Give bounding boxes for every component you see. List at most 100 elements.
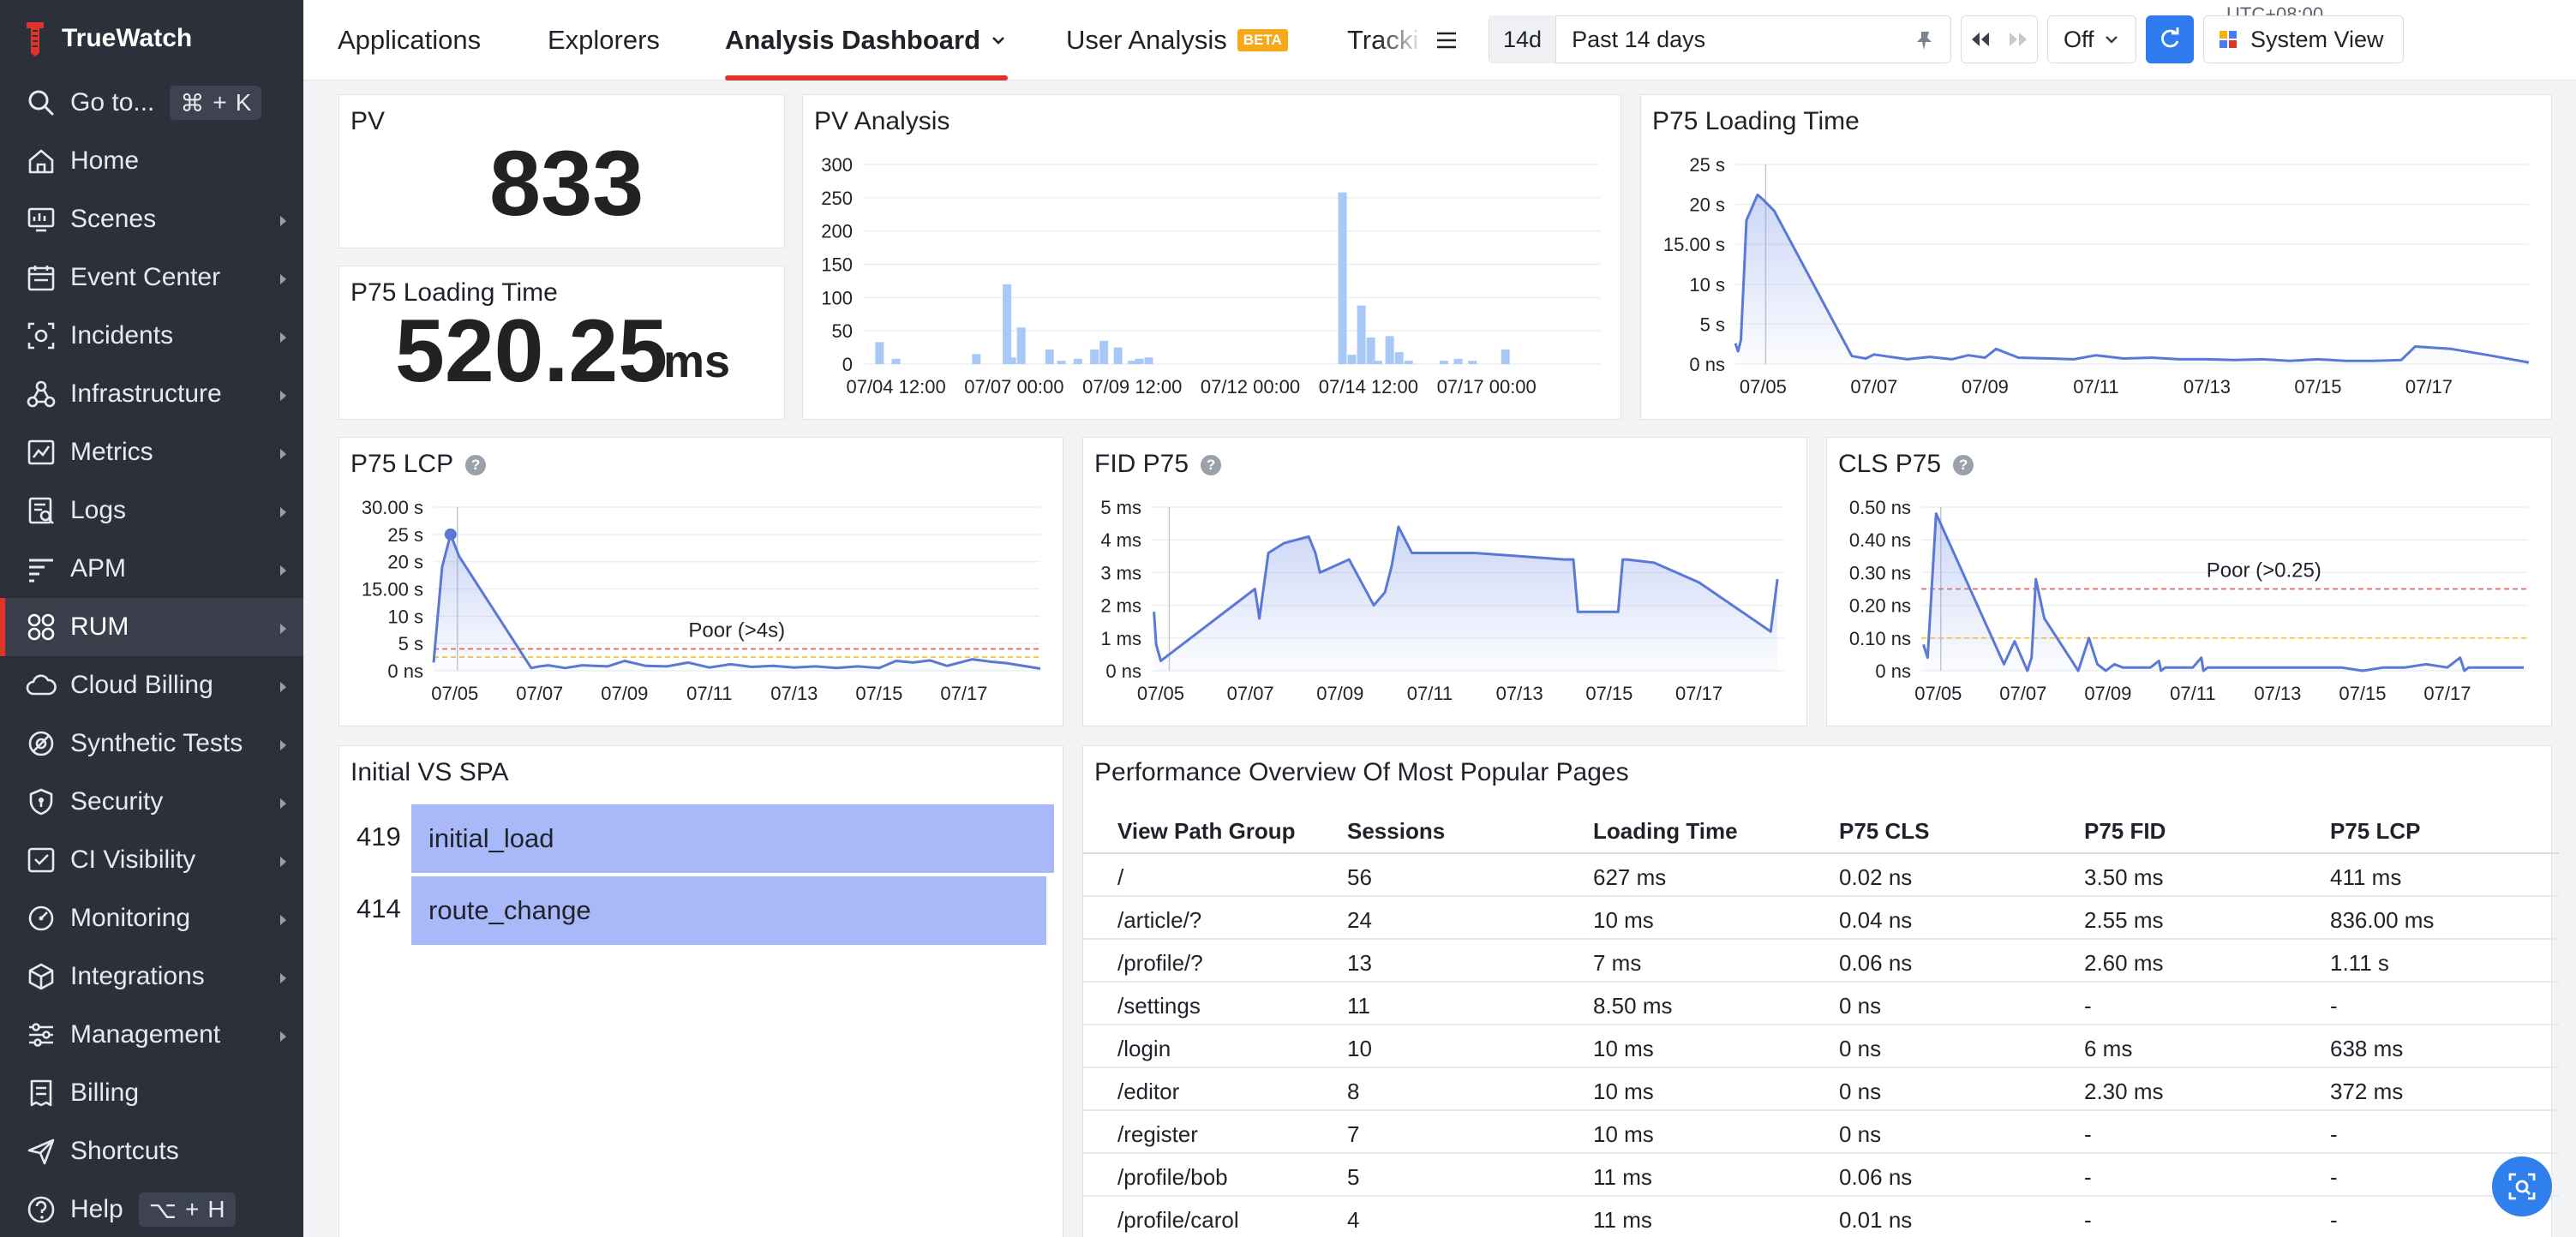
sidebar-item-label: Home [70, 146, 140, 175]
sidebar-item-security[interactable]: Security [0, 773, 303, 831]
more-tabs-button[interactable] [1435, 0, 1459, 81]
sidebar-item-synthetic-tests[interactable]: Synthetic Tests [0, 714, 303, 773]
sidebar-item-billing[interactable]: Billing [0, 1064, 303, 1122]
table-row[interactable]: /register 7 10 ms 0 ns - - [1083, 1111, 2559, 1154]
table-row[interactable]: /profile/? 13 7 ms 0.06 ns 2.60 ms 1.11 s [1083, 940, 2559, 983]
refresh-button[interactable] [2146, 15, 2194, 63]
sidebar-item-cloud-billing[interactable]: Cloud Billing [0, 656, 303, 714]
sidebar-item-scenes[interactable]: Scenes [0, 190, 303, 248]
time-range-picker[interactable]: 14d Past 14 days [1489, 15, 1951, 63]
spa-bar-row[interactable]: 414 route_change [339, 876, 1059, 945]
sidebar-item-integrations[interactable]: Integrations [0, 947, 303, 1006]
sidebar-item-management[interactable]: Management [0, 1006, 303, 1064]
goto-search[interactable]: Go to... ⌘ + K [0, 74, 303, 132]
tab-tracking[interactable]: Tracki [1347, 0, 1424, 81]
bar [1468, 361, 1477, 364]
sidebar-item-shortcuts[interactable]: Shortcuts [0, 1122, 303, 1180]
sidebar-item-apm[interactable]: APM [0, 540, 303, 598]
tab-analysis-dashboard[interactable]: Analysis Dashboard [725, 0, 1009, 81]
column-header[interactable]: P75 LCP [2330, 818, 2421, 845]
y-tick-label: 15.00 s [362, 579, 423, 601]
tab-user-analysis[interactable]: User Analysis BETA [1066, 0, 1288, 81]
column-header[interactable]: Sessions [1347, 818, 1445, 845]
brand[interactable]: TrueWatch [24, 17, 192, 60]
tab-explorers[interactable]: Explorers [548, 0, 660, 81]
sidebar-item-help[interactable]: Help ⌥ + H [0, 1180, 303, 1237]
ai-assistant-button[interactable] [2492, 1156, 2552, 1216]
table-cell: 4 [1347, 1207, 1360, 1233]
table-row[interactable]: /settings 11 8.50 ms 0 ns - - [1083, 983, 2559, 1025]
search-icon [28, 90, 54, 116]
threshold-label: Poor (>4s) [688, 619, 785, 642]
panel-title: Performance Overview Of Most Popular Pag… [1094, 758, 1629, 786]
series-area [1735, 194, 2529, 364]
sidebar-item-monitoring[interactable]: Monitoring [0, 889, 303, 947]
column-header[interactable]: View Path Group [1117, 818, 1296, 845]
auto-refresh-value: Off [2064, 26, 2094, 52]
column-header[interactable]: P75 CLS [1839, 818, 1930, 845]
x-tick-label: 07/11 [686, 683, 732, 704]
x-tick-label: 07/07 [1999, 683, 2046, 704]
sidebar-item-metrics[interactable]: Metrics [0, 423, 303, 481]
table-cell: 0 ns [1839, 1121, 1882, 1147]
pin-icon[interactable] [1913, 28, 1937, 52]
table-cell: 10 [1347, 1036, 1372, 1061]
y-tick-label: 1 ms [1100, 628, 1141, 649]
table-cell: 0.02 ns [1839, 864, 1913, 890]
table-row[interactable]: /editor 8 10 ms 0 ns 2.30 ms 372 ms [1083, 1068, 2559, 1111]
spa-bar-row[interactable]: 419 initial_load [339, 804, 1059, 873]
sidebar-item-event-center[interactable]: Event Center [0, 248, 303, 307]
y-tick-label: 25 s [1689, 154, 1725, 176]
sidebar-item-infrastructure[interactable]: Infrastructure [0, 365, 303, 423]
spa-bar: initial_load [411, 804, 1054, 873]
table-cell: 0 ns [1839, 1036, 1882, 1061]
column-header[interactable]: Loading Time [1593, 818, 1738, 845]
sidebar-item-incidents[interactable]: Incidents [0, 307, 303, 365]
table-cell: 0.01 ns [1839, 1207, 1913, 1233]
column-header[interactable]: P75 FID [2084, 818, 2166, 845]
table-row[interactable]: /article/? 24 10 ms 0.04 ns 2.55 ms 836.00 ms [1083, 897, 2559, 940]
table-cell: 411 ms [2330, 864, 2402, 890]
bar [1045, 349, 1054, 364]
fast-forward-icon[interactable] [2006, 30, 2030, 49]
x-tick-label: 07/05 [1137, 683, 1184, 704]
sidebar-item-label: Cloud Billing [70, 671, 213, 699]
table-row[interactable]: /profile/bob 5 11 ms 0.06 ns - - [1083, 1154, 2559, 1197]
system-view-button[interactable]: System View [2203, 15, 2404, 63]
shield-icon [29, 788, 53, 816]
help-shortcut-mod: ⌥ [148, 1196, 177, 1223]
sidebar-item-home[interactable]: Home [0, 132, 303, 190]
table-cell: /register [1117, 1121, 1198, 1147]
table-cell: /editor [1117, 1079, 1180, 1104]
sidebar-item-logs[interactable]: Logs [0, 481, 303, 540]
send-icon [27, 1138, 55, 1165]
table-cell: 2.60 ms [2084, 950, 2164, 976]
x-tick-label: 07/15 [2339, 683, 2386, 704]
help-shortcut-plus: + [184, 1196, 200, 1222]
sidebar-item-ci-visibility[interactable]: CI Visibility [0, 831, 303, 889]
table-row[interactable]: / 56 627 ms 0.02 ns 3.50 ms 411 ms [1083, 854, 2559, 897]
chevron-right-icon [280, 915, 286, 925]
tab-applications[interactable]: Applications [338, 0, 481, 81]
y-tick-label: 5 ms [1100, 497, 1141, 518]
x-tick-label: 07/07 [516, 683, 563, 704]
series-area [1153, 526, 1778, 671]
scan-icon [2508, 1173, 2536, 1200]
sidebar-item-rum[interactable]: RUM [0, 598, 303, 656]
bar [1373, 361, 1382, 364]
goto-shortcut: ⌘ + K [170, 86, 262, 120]
table-row[interactable]: /login 10 10 ms 0 ns 6 ms 638 ms [1083, 1025, 2559, 1068]
rewind-icon[interactable] [1968, 30, 1992, 49]
performance-table: View Path Group Sessions Loading Time P75 C… [1083, 806, 2559, 1237]
table-row[interactable]: /profile/carol 4 11 ms 0.01 ns - - [1083, 1197, 2559, 1237]
table-cell: 0 ns [1839, 993, 1882, 1019]
table-cell: 7 [1347, 1121, 1360, 1147]
sidebar-item-label: Incidents [70, 321, 174, 350]
time-nav-group [1961, 15, 2038, 63]
tab-label: Tracki [1347, 25, 1419, 55]
auto-refresh-select[interactable]: Off [2047, 15, 2136, 63]
synthetic-icon [28, 731, 54, 756]
table-cell: 627 ms [1593, 864, 1667, 890]
spa-bar-count: 414 [356, 893, 401, 923]
panel-pv-analysis: PV Analysis 300 250 200 150 100 50 0 07/04 12:0… [802, 94, 1621, 420]
